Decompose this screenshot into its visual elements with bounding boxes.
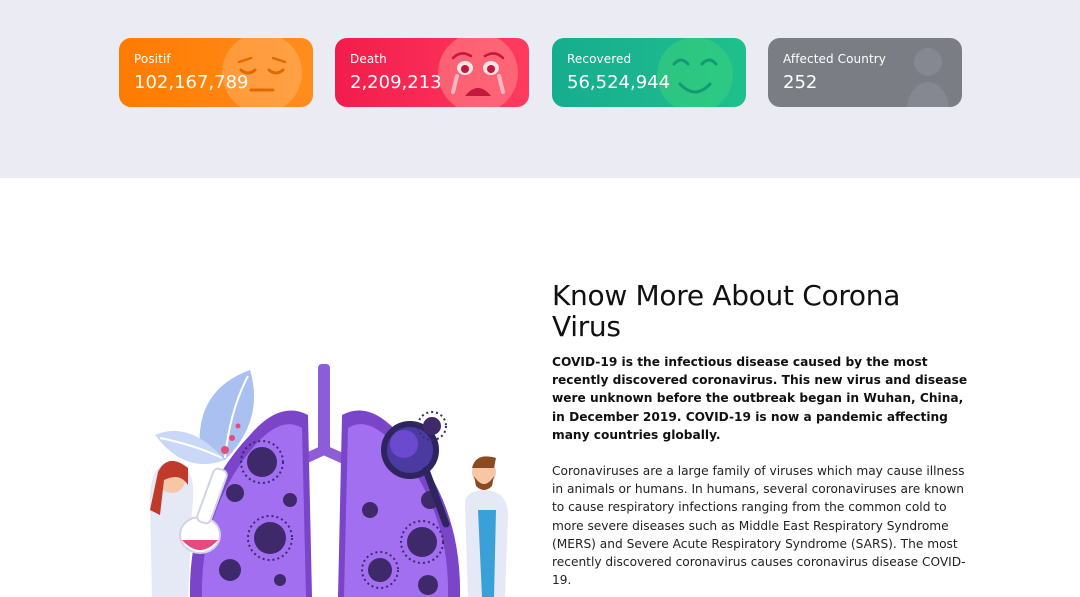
affected-country-card: Affected Country 252 <box>768 38 962 107</box>
positif-card: Positif 102,167,789 <box>119 38 313 107</box>
affected-country-label: Affected Country <box>783 52 887 66</box>
positif-label: Positif <box>134 52 171 66</box>
death-card: Death 2,209,213 <box>335 38 529 107</box>
affected-country-value: 252 <box>783 72 818 93</box>
crying-face-icon <box>438 38 518 107</box>
death-label: Death <box>350 52 387 66</box>
about-lead-paragraph: COVID-19 is the infectious disease cause… <box>552 355 968 442</box>
recovered-value: 56,524,944 <box>567 72 671 93</box>
lungs-illustration <box>130 340 530 597</box>
death-value: 2,209,213 <box>350 72 442 93</box>
recovered-label: Recovered <box>567 52 632 66</box>
about-heading: Know More About Corona Virus <box>552 279 901 343</box>
about-body-paragraph: Coronaviruses are a large family of viru… <box>552 464 966 588</box>
positif-value: 102,167,789 <box>134 72 249 93</box>
about-section: Know More About Corona Virus COVID-19 is… <box>552 280 972 589</box>
stats-section: Positif 102,167,789 Death 2,209,213 Reco… <box>0 0 1080 178</box>
recovered-card: Recovered 56,524,944 <box>552 38 746 107</box>
person-icon <box>906 48 950 107</box>
